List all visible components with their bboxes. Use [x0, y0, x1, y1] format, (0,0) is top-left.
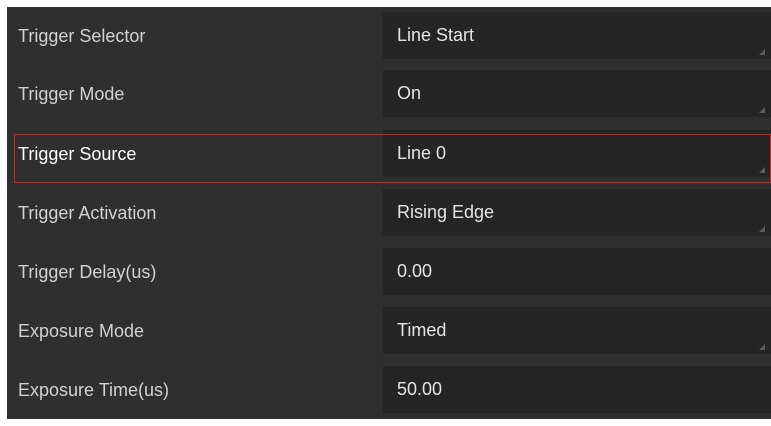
property-row-trigger-delay[interactable]: Trigger Delay(us) 0.00 [7, 243, 771, 301]
property-row-trigger-source[interactable]: Trigger Source Line 0 [7, 125, 771, 183]
property-row-trigger-mode[interactable]: Trigger Mode On [7, 65, 771, 123]
exposure-mode-value: Timed [397, 320, 447, 340]
trigger-selector-dropdown[interactable]: Line Start [383, 12, 771, 59]
property-row-trigger-selector[interactable]: Trigger Selector Line Start [7, 7, 771, 65]
dropdown-corner-icon [759, 167, 765, 173]
property-row-exposure-time[interactable]: Exposure Time(us) 50.00 [7, 361, 771, 419]
trigger-delay-value: 0.00 [397, 261, 433, 281]
exposure-mode-dropdown[interactable]: Timed [383, 307, 771, 354]
property-label-trigger-delay: Trigger Delay(us) [18, 262, 157, 282]
trigger-activation-dropdown[interactable]: Rising Edge [383, 189, 771, 236]
property-label-trigger-selector: Trigger Selector [18, 26, 146, 46]
property-grid: Trigger Selector Line Start Trigger Mode… [7, 7, 771, 419]
property-label-trigger-source: Trigger Source [18, 144, 137, 164]
trigger-selector-value: Line Start [397, 25, 475, 45]
property-label-exposure-mode: Exposure Mode [18, 321, 145, 341]
trigger-source-dropdown[interactable]: Line 0 [383, 130, 771, 177]
property-row-trigger-activation[interactable]: Trigger Activation Rising Edge [7, 184, 771, 242]
exposure-time-input[interactable]: 50.00 [383, 366, 771, 413]
trigger-delay-input[interactable]: 0.00 [383, 248, 771, 295]
dropdown-corner-icon [759, 49, 765, 55]
property-row-exposure-mode[interactable]: Exposure Mode Timed [7, 302, 771, 360]
dropdown-corner-icon [759, 226, 765, 232]
trigger-mode-dropdown[interactable]: On [383, 70, 771, 117]
property-label-exposure-time: Exposure Time(us) [18, 380, 170, 400]
exposure-time-value: 50.00 [397, 379, 443, 399]
dropdown-corner-icon [759, 344, 765, 350]
trigger-source-value: Line 0 [397, 143, 447, 163]
property-label-trigger-activation: Trigger Activation [18, 203, 157, 223]
trigger-mode-value: On [397, 83, 422, 103]
dropdown-corner-icon [759, 107, 765, 113]
trigger-activation-value: Rising Edge [397, 202, 495, 222]
property-label-trigger-mode: Trigger Mode [18, 84, 125, 104]
